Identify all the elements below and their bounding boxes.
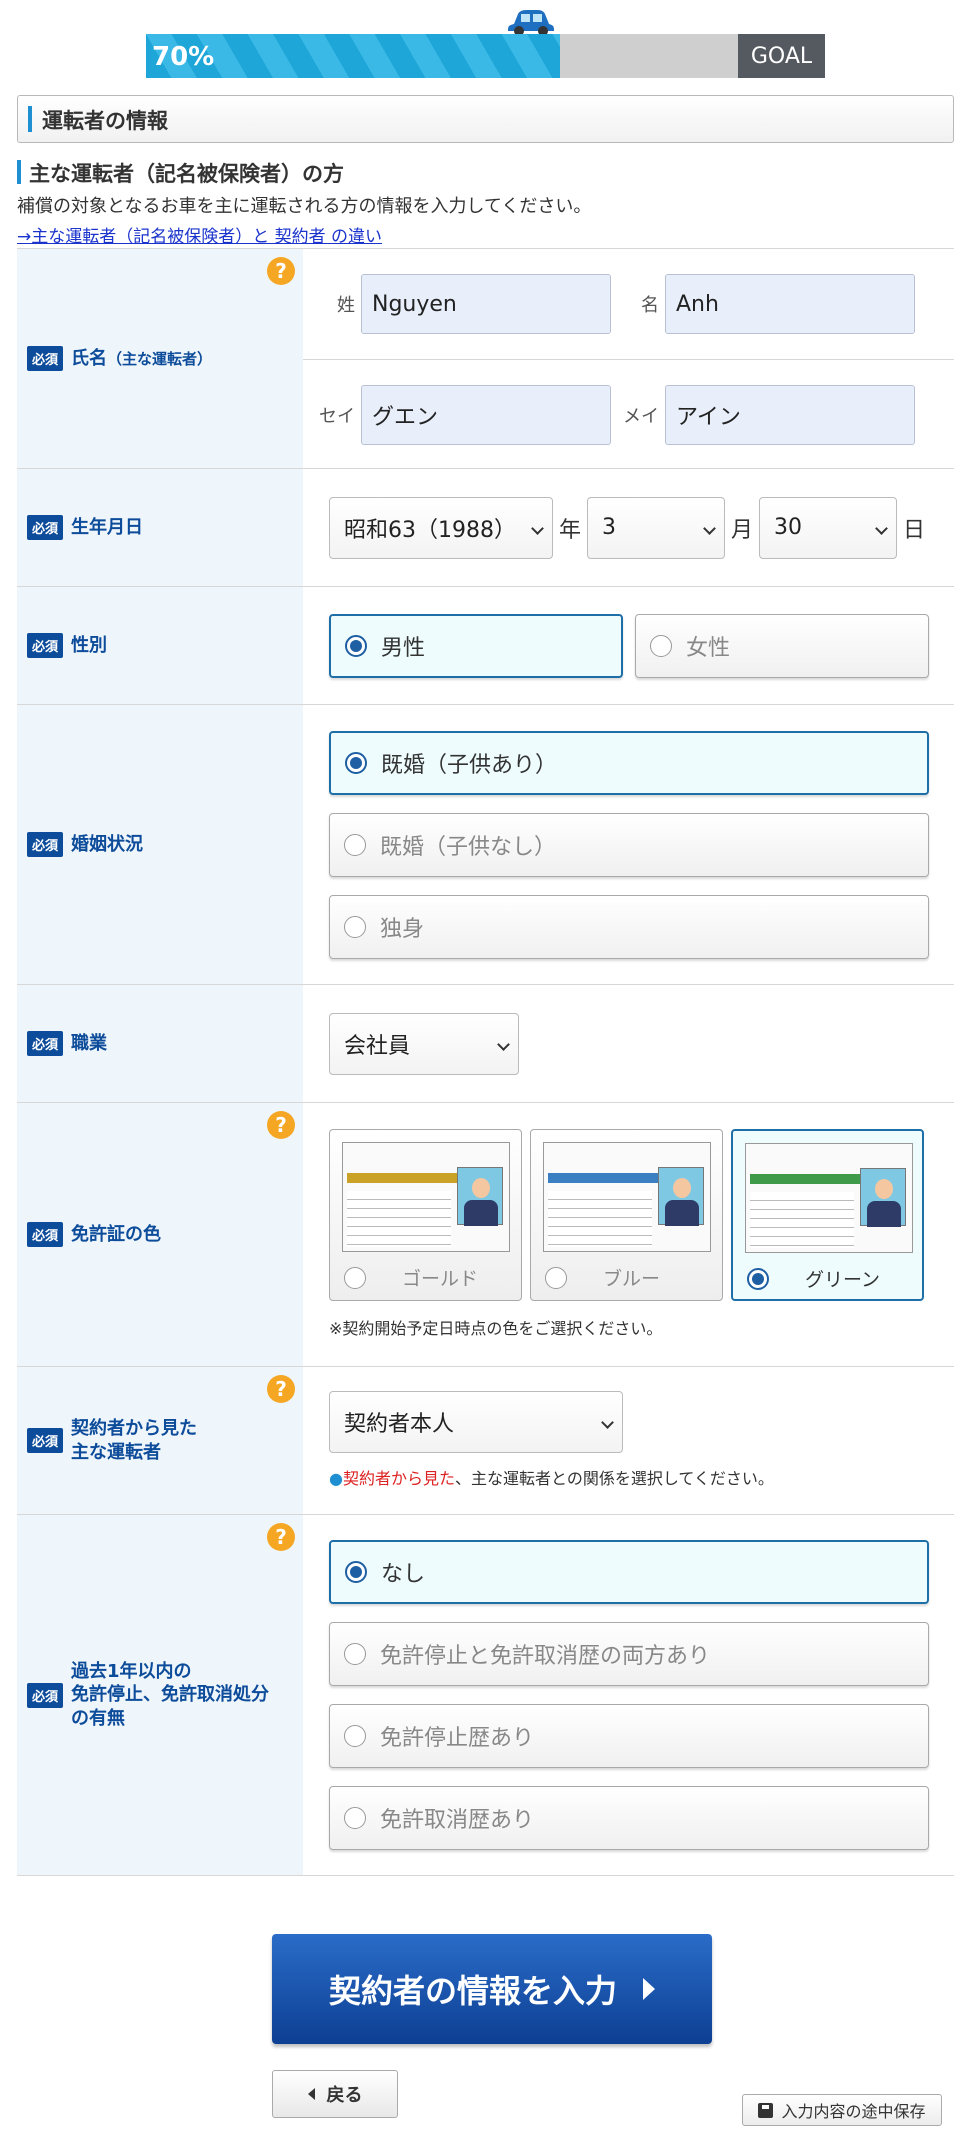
driver-photo-icon — [860, 1168, 906, 1227]
license-card-image — [543, 1142, 711, 1252]
suspension-option-both[interactable]: 免許停止と免許取消歴の両方あり — [329, 1622, 929, 1686]
chevron-right-icon — [643, 1978, 655, 2000]
license-label: 免許証の色 — [71, 1223, 162, 1245]
radio-selected-icon — [345, 1561, 367, 1583]
radio-icon — [344, 1725, 366, 1747]
back-button[interactable]: 戻る — [272, 2070, 398, 2118]
help-icon[interactable]: ? — [267, 257, 295, 285]
radio-icon — [344, 1266, 366, 1289]
required-badge: 必須 — [27, 346, 64, 371]
name-label: 氏名 — [71, 347, 108, 369]
radio-icon — [650, 634, 672, 657]
relation-label-1: 契約者から見た — [71, 1418, 198, 1440]
gender-label: 性別 — [71, 634, 108, 656]
required-badge: 必須 — [27, 1031, 64, 1056]
save-progress-button[interactable]: 入力内容の途中保存 — [742, 2094, 942, 2126]
marital-label: 婚姻状況 — [71, 833, 144, 855]
sei-input[interactable]: Nguyen — [361, 274, 611, 334]
driver-photo-icon — [457, 1167, 503, 1226]
required-badge: 必須 — [27, 633, 64, 658]
required-badge: 必須 — [27, 1222, 64, 1247]
occupation-label: 職業 — [71, 1032, 108, 1054]
suspension-label-2: 免許停止、免許取消処分 — [71, 1684, 270, 1706]
help-icon[interactable]: ? — [267, 1375, 295, 1403]
gender-option-male[interactable]: 男性 — [329, 613, 623, 678]
occupation-row: 必須 職業 会社員 — [17, 984, 954, 1102]
bullet-icon: ● — [329, 1469, 343, 1488]
mei-kana-label: メイ — [623, 405, 659, 427]
relation-label-2: 主な運転者 — [71, 1441, 162, 1463]
radio-icon — [344, 1807, 366, 1829]
help-icon[interactable]: ? — [267, 1111, 295, 1139]
subsection-title: 主な運転者（記名被保険者）の方 — [17, 158, 344, 188]
car-icon — [506, 6, 556, 36]
mei-kana-input[interactable]: アイン — [665, 384, 915, 445]
license-card-image — [745, 1143, 913, 1253]
marital-row: 必須 婚姻状況 既婚（子供あり） 既婚（子供なし） 独身 — [17, 704, 954, 984]
radio-icon — [344, 1643, 366, 1665]
license-option-0[interactable]: ゴールド — [329, 1129, 522, 1301]
relation-select[interactable]: 契約者本人 — [329, 1391, 623, 1453]
driver-form: 必須 氏名（主な運転者） ? 姓 Nguyen 名 Anh セイ グエン メイ … — [17, 248, 954, 1876]
radio-selected-icon — [345, 634, 367, 657]
required-badge: 必須 — [27, 1428, 64, 1453]
birth-label: 生年月日 — [71, 516, 144, 538]
marital-option-married-children[interactable]: 既婚（子供あり） — [329, 730, 929, 795]
suspension-row: 必須 過去1年以内の 免許停止、免許取消処分 の有無 ? なし 免許停止と免許取消歴… — [17, 1514, 954, 1876]
gender-option-female[interactable]: 女性 — [635, 613, 929, 678]
radio-selected-icon — [747, 1267, 769, 1290]
mei-input[interactable]: Anh — [665, 274, 915, 334]
radio-selected-icon — [345, 751, 367, 774]
month-unit: 月 — [731, 517, 754, 543]
license-row: 必須 免許証の色 ? ゴールド ブルー グリーン ※契約開始予定日時点の色をご選択く… — [17, 1102, 954, 1366]
sei-kana-input[interactable]: グエン — [361, 384, 611, 445]
license-note: ※契約開始予定日時点の色をご選択ください。 — [329, 1319, 663, 1338]
name-row: 必須 氏名（主な運転者） ? 姓 Nguyen 名 Anh セイ グエン メイ … — [17, 248, 954, 468]
sei-kana-label: セイ — [319, 405, 355, 427]
help-icon[interactable]: ? — [267, 1523, 295, 1551]
relation-note: ●契約者から見た、主な運転者との関係を選択してください。 — [329, 1469, 774, 1488]
license-card-image — [342, 1142, 510, 1252]
radio-icon — [344, 833, 366, 856]
relation-row: 必須 契約者から見た 主な運転者 ? 契約者本人 ●契約者から見た、主な運転者との… — [17, 1366, 954, 1514]
progress-bar: 70% GOAL — [146, 34, 825, 78]
year-unit: 年 — [559, 517, 582, 543]
required-badge: 必須 — [27, 832, 64, 857]
section-header: 運転者の情報 — [17, 95, 954, 143]
birth-year-select[interactable]: 昭和63（1988） — [329, 496, 553, 559]
occupation-select[interactable]: 会社員 — [329, 1012, 519, 1075]
license-option-1[interactable]: ブルー — [530, 1129, 723, 1301]
sei-label: 姓 — [337, 295, 355, 316]
suspension-option-revoked[interactable]: 免許取消歴あり — [329, 1786, 929, 1850]
save-icon — [758, 2102, 774, 2118]
mei-label: 名 — [641, 295, 659, 316]
birth-day-select[interactable]: 30 — [759, 496, 898, 559]
required-badge: 必須 — [27, 1682, 64, 1708]
day-unit: 日 — [903, 517, 926, 543]
license-option-2[interactable]: グリーン — [731, 1129, 924, 1301]
driver-vs-contractor-link[interactable]: →主な運転者（記名被保険者）と 契約者 の違い — [17, 222, 382, 247]
driver-photo-icon — [658, 1167, 704, 1226]
progress-goal: GOAL — [738, 34, 825, 78]
marital-option-single[interactable]: 独身 — [329, 894, 929, 959]
name-label-sub: （主な運転者） — [107, 349, 213, 368]
required-badge: 必須 — [27, 515, 64, 540]
chevron-left-icon — [307, 2088, 315, 2100]
section-title: 運転者の情報 — [42, 109, 168, 133]
subsection-description: 補償の対象となるお車を主に運転される方の情報を入力してください。 — [17, 196, 592, 217]
submit-contractor-info-button[interactable]: 契約者の情報を入力 — [272, 1934, 712, 2044]
suspension-option-suspended[interactable]: 免許停止歴あり — [329, 1704, 929, 1768]
gender-row: 必須 性別 男性 女性 — [17, 586, 954, 704]
suspension-option-none[interactable]: なし — [329, 1540, 929, 1604]
birth-row: 必須 生年月日 昭和63（1988） 年 3 月 30 日 — [17, 468, 954, 586]
suspension-label-3: の有無 — [71, 1707, 126, 1729]
progress-percent: 70% — [152, 42, 215, 72]
radio-icon — [344, 915, 366, 938]
birth-month-select[interactable]: 3 — [587, 496, 726, 559]
radio-icon — [545, 1266, 567, 1289]
suspension-label-1: 過去1年以内の — [71, 1660, 192, 1682]
marital-option-married-no-children[interactable]: 既婚（子供なし） — [329, 812, 929, 877]
